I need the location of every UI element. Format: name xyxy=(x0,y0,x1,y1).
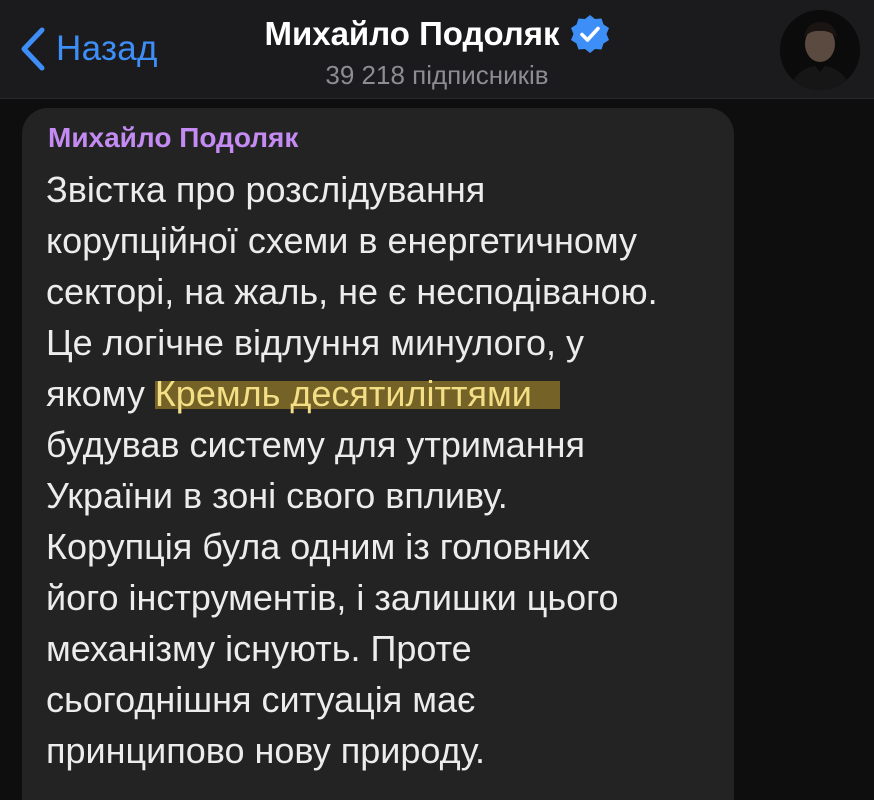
message-line: Звістка про розслідування xyxy=(46,169,486,210)
channel-avatar[interactable] xyxy=(780,10,860,90)
highlighted-text: Кремль десятиліттями xyxy=(154,373,560,414)
telegram-channel-screen: Назад Михайло Подоляк 39 218 підписників xyxy=(0,0,874,800)
back-button[interactable]: Назад xyxy=(16,24,158,74)
message-line-prefix: якому xyxy=(46,373,155,414)
message-line: корупційної схеми в енергетичному xyxy=(46,220,638,261)
message-line: його інструментів, і залишки цього xyxy=(46,577,619,618)
message-line: механізму існують. Проте xyxy=(46,628,472,669)
message-line: Корупція була одним із головних xyxy=(46,526,590,567)
message-line: сьогоднішня ситуація має xyxy=(46,679,476,720)
verified-badge-icon xyxy=(570,14,610,54)
subscriber-count: 39 218 підписників xyxy=(325,60,549,90)
message-line: будував систему для утримання xyxy=(46,424,586,465)
message-line: принципово нову природу. xyxy=(46,730,486,771)
message-line: Це логічне відлуння минулого, у xyxy=(46,322,585,363)
channel-info[interactable]: Михайло Подоляк 39 218 підписників xyxy=(180,10,694,91)
message-line: України в зоні свого впливу. xyxy=(46,475,508,516)
chevron-left-icon xyxy=(16,24,50,74)
message-line: секторі, на жаль, не є несподіваною. xyxy=(46,271,658,312)
channel-title: Михайло Подоляк xyxy=(264,15,560,52)
message-sender[interactable]: Михайло Подоляк xyxy=(48,122,298,154)
message-line: якому Кремль десятиліттями xyxy=(46,368,726,419)
channel-header: Назад Михайло Подоляк 39 218 підписників xyxy=(0,0,874,99)
message-text: Звістка про розслідування корупційної сх… xyxy=(46,164,726,776)
back-label: Назад xyxy=(56,29,158,68)
